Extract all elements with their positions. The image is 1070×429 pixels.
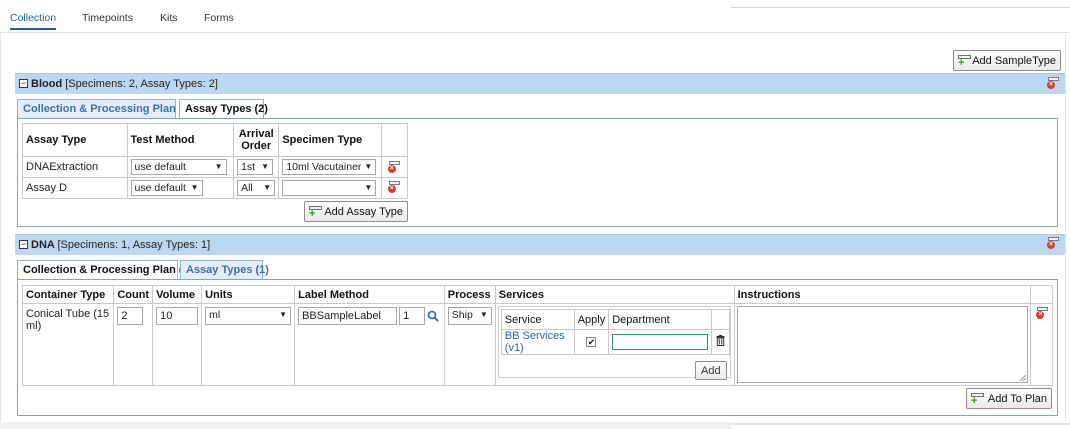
tab-timepoints[interactable]: Timepoints <box>82 12 133 24</box>
tab-assay-types[interactable]: Assay Types (1) <box>180 260 269 280</box>
instructions-textarea[interactable] <box>736 306 1028 383</box>
volume-input[interactable]: 10 <box>156 307 199 325</box>
specimen-type-select[interactable]: ▼ <box>282 180 377 196</box>
dropdown-arrow-icon: ▼ <box>190 183 199 192</box>
test-method-select[interactable]: use default ▼ <box>130 159 227 175</box>
col-service: Service <box>500 309 575 330</box>
add-assay-type-label: Add Assay Type <box>324 205 403 218</box>
tab-collection-plan[interactable]: Collection & Processing Plan (2) <box>17 99 192 119</box>
add-sampletype-button[interactable]: + Add SampleType <box>953 50 1061 71</box>
col-assay-type: Assay Type <box>22 123 128 157</box>
table-row: Conical Tube (15 ml) 2 10 ml ▼ BBSampleLa… <box>21 303 1053 386</box>
col-label-method: Label Method <box>294 285 445 304</box>
count-input[interactable]: 2 <box>117 307 144 325</box>
col-instructions: Instructions <box>733 285 1032 304</box>
apply-checkbox[interactable]: ✔ <box>586 337 597 347</box>
tab-collection[interactable]: Collection <box>10 12 57 30</box>
delete-sampletype-icon[interactable]: × <box>1047 77 1059 90</box>
col-test-method: Test Method <box>126 123 235 157</box>
bottom-strip <box>0 422 731 429</box>
section-title: Blood [Specimens: 2, Assay Types: 2] <box>31 78 218 90</box>
table-row: DNAExtraction use default ▼ 1st ▼ 10ml Vac… <box>22 156 409 178</box>
dropdown-arrow-icon: ▼ <box>263 183 272 192</box>
tab-forms[interactable]: Forms <box>204 12 234 24</box>
add-service-button[interactable]: Add <box>694 361 727 380</box>
department-input[interactable] <box>612 334 709 350</box>
col-services: Services <box>494 285 735 304</box>
col-arrival-order: Arrival Order <box>233 123 280 157</box>
services-table: Service Apply Department BB Services (v1… <box>500 309 730 355</box>
col-units: Units <box>201 285 296 304</box>
col-department: Department <box>608 309 713 330</box>
col-actions <box>380 123 409 157</box>
tab-collection-plan[interactable]: Collection & Processing Plan (1) <box>17 260 192 280</box>
table-row: Assay D use default ▼ All ▼ ▼ × <box>22 177 409 199</box>
dropdown-arrow-icon: ▼ <box>479 310 488 319</box>
add-to-plan-button[interactable]: + Add To Plan <box>966 388 1052 409</box>
container-type-value: Conical Tube (15 ml) <box>21 303 115 386</box>
delete-row-icon[interactable]: × <box>387 161 400 174</box>
delete-row-icon[interactable]: × <box>387 181 400 194</box>
specimen-type-select[interactable]: 10ml Vacutainer ▼ <box>282 159 377 175</box>
dropdown-arrow-icon: ▼ <box>279 310 288 319</box>
assay-name: Assay D <box>22 177 128 199</box>
collection-plan-table: Container Type Count Volume Units Label … <box>21 285 1053 386</box>
search-icon[interactable] <box>427 310 439 322</box>
assay-types-table: Assay Type Test Method Arrival Order Spe… <box>22 123 409 199</box>
col-apply: Apply <box>573 309 610 330</box>
add-assay-type-button[interactable]: + Add Assay Type <box>304 201 408 222</box>
dna-section-header: − DNA [Specimens: 1, Assay Types: 1] <box>15 234 1065 255</box>
arrival-order-select[interactable]: All ▼ <box>237 180 276 196</box>
col-container-type: Container Type <box>21 285 115 304</box>
units-select[interactable]: ml ▼ <box>205 307 292 325</box>
collapse-toggle-icon[interactable]: − <box>19 240 28 249</box>
trash-icon[interactable] <box>716 335 725 346</box>
collapse-toggle-icon[interactable]: − <box>19 79 28 88</box>
col-volume: Volume <box>152 285 203 304</box>
dropdown-arrow-icon: ▼ <box>364 162 373 171</box>
col-count: Count <box>113 285 154 304</box>
col-process: Process <box>443 285 496 304</box>
label-count-input[interactable]: 1 <box>399 307 426 325</box>
services-box: Service Apply Department BB Services (v1… <box>497 306 731 380</box>
tab-assay-types[interactable]: Assay Types (2) <box>179 99 268 119</box>
add-icon: + <box>309 205 322 219</box>
add-sampletype-label: Add SampleType <box>972 54 1056 67</box>
assay-name: DNAExtraction <box>22 156 128 178</box>
process-select[interactable]: Ship ▼ <box>447 307 492 325</box>
table-row: BB Services (v1) ✔ <box>500 329 730 355</box>
add-icon: + <box>958 54 971 68</box>
add-to-plan-label: Add To Plan <box>987 392 1047 405</box>
dropdown-arrow-icon: ▼ <box>261 162 270 171</box>
section-title: DNA [Specimens: 1, Assay Types: 1] <box>31 239 211 251</box>
test-method-select[interactable]: use default ▼ <box>130 180 203 196</box>
blood-section-header: − Blood [Specimens: 2, Assay Types: 2] <box>15 73 1065 94</box>
arrival-order-select[interactable]: 1st ▼ <box>237 159 274 175</box>
label-method-input[interactable]: BBSampleLabel <box>298 307 398 325</box>
tab-kits[interactable]: Kits <box>160 12 178 24</box>
main-tabs: Collection Timepoints Kits Forms <box>0 8 1070 33</box>
add-icon: + <box>971 392 984 406</box>
col-specimen-type: Specimen Type <box>278 123 382 157</box>
dropdown-arrow-icon: ▼ <box>214 162 223 171</box>
resize-handle-icon[interactable] <box>1019 374 1026 381</box>
dropdown-arrow-icon: ▼ <box>364 183 373 192</box>
service-link[interactable]: BB Services (v1) <box>505 330 565 354</box>
delete-sampletype-icon[interactable]: × <box>1047 237 1059 250</box>
bottom-divider <box>731 423 1070 425</box>
col-actions <box>1030 285 1053 304</box>
delete-row-icon[interactable]: × <box>1036 307 1049 320</box>
